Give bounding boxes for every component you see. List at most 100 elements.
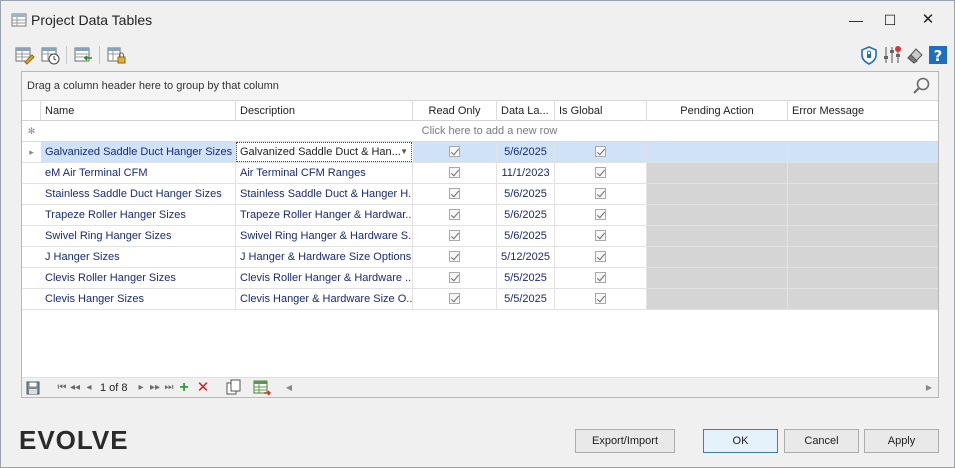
cell-date[interactable]: 11/1/2023 <box>497 163 555 183</box>
cell-read-only[interactable] <box>413 205 497 225</box>
column-header-error-message[interactable]: Error Message <box>788 101 938 121</box>
horizontal-scrollbar[interactable]: ◀ ▶ <box>282 380 936 396</box>
group-by-panel[interactable]: Drag a column header here to group by th… <box>22 72 938 101</box>
cell-name[interactable]: J Hanger Sizes <box>41 247 236 267</box>
is-global-checkbox[interactable] <box>595 293 606 304</box>
cell-date[interactable]: 5/6/2025 <box>497 226 555 246</box>
apply-button[interactable]: Apply <box>864 429 939 453</box>
cell-is-global[interactable] <box>555 205 647 225</box>
cell-name[interactable]: Galvanized Saddle Duct Hanger Sizes <box>41 142 236 162</box>
cell-description[interactable]: Stainless Saddle Duct & Hanger H... <box>236 184 413 204</box>
import-table-icon[interactable] <box>72 44 94 66</box>
cell-read-only[interactable] <box>413 268 497 288</box>
is-global-checkbox[interactable] <box>595 167 606 178</box>
read-only-checkbox[interactable] <box>449 167 460 178</box>
read-only-checkbox[interactable] <box>449 272 460 283</box>
cell-is-global[interactable] <box>555 184 647 204</box>
cell-is-global[interactable] <box>555 247 647 267</box>
save-icon[interactable] <box>26 381 40 395</box>
table-row[interactable]: eM Air Terminal CFM Air Terminal CFM Rang… <box>22 163 938 184</box>
column-header-name[interactable]: Name <box>41 101 236 121</box>
cell-is-global[interactable] <box>555 268 647 288</box>
table-row[interactable]: J Hanger Sizes J Hanger & Hardware Size O… <box>22 247 938 268</box>
chevron-down-icon[interactable]: ▼ <box>400 143 408 161</box>
read-only-checkbox[interactable] <box>449 188 460 199</box>
export-grid-icon[interactable] <box>253 379 271 396</box>
column-header-is-global[interactable]: Is Global <box>555 101 647 121</box>
row-indicator[interactable]: ▸ <box>22 142 41 162</box>
cell-is-global[interactable] <box>555 226 647 246</box>
new-row[interactable]: ✻ Click here to add a new row <box>22 121 938 142</box>
cell-read-only[interactable] <box>413 247 497 267</box>
cancel-button[interactable]: Cancel <box>784 429 859 453</box>
table-row[interactable]: ▸ Galvanized Saddle Duct Hanger Sizes Galv… <box>22 142 938 163</box>
column-header-date[interactable]: Data La... <box>497 101 555 121</box>
cell-read-only[interactable] <box>413 184 497 204</box>
cell-name[interactable]: Swivel Ring Hanger Sizes <box>41 226 236 246</box>
cell-date[interactable]: 5/6/2025 <box>497 184 555 204</box>
table-row[interactable]: Stainless Saddle Duct Hanger Sizes Stainl… <box>22 184 938 205</box>
read-only-checkbox[interactable] <box>449 230 460 241</box>
cell-name[interactable]: eM Air Terminal CFM <box>41 163 236 183</box>
cell-date[interactable]: 5/6/2025 <box>497 205 555 225</box>
minimize-button[interactable]: — <box>839 8 873 32</box>
read-only-checkbox[interactable] <box>449 146 460 157</box>
cell-date[interactable]: 5/5/2025 <box>497 289 555 309</box>
ok-button[interactable]: OK <box>703 429 778 453</box>
cell-date[interactable]: 5/5/2025 <box>497 268 555 288</box>
eraser-icon[interactable] <box>904 44 926 66</box>
is-global-checkbox[interactable] <box>595 146 606 157</box>
column-header-read-only[interactable]: Read Only <box>413 101 497 121</box>
cell-date[interactable]: 5/6/2025 <box>497 142 555 162</box>
cell-description[interactable]: Trapeze Roller Hanger & Hardwar... <box>236 205 413 225</box>
next-page-button[interactable]: ▸▸ <box>148 381 162 395</box>
column-header-description[interactable]: Description <box>236 101 413 121</box>
cell-name[interactable]: Trapeze Roller Hanger Sizes <box>41 205 236 225</box>
shield-icon[interactable] <box>858 44 880 66</box>
cell-is-global[interactable] <box>555 163 647 183</box>
edit-table-icon[interactable] <box>13 44 35 66</box>
close-button[interactable]: ✕ <box>911 8 945 32</box>
cell-description[interactable]: Clevis Roller Hanger & Hardware ... <box>236 268 413 288</box>
new-row-prompt[interactable]: Click here to add a new row <box>41 121 938 142</box>
export-import-button[interactable]: Export/Import <box>575 429 675 453</box>
column-header-pending-action[interactable]: Pending Action <box>647 101 788 121</box>
table-row[interactable]: Clevis Roller Hanger Sizes Clevis Roller … <box>22 268 938 289</box>
previous-page-button[interactable]: ◂◂ <box>69 381 81 395</box>
settings-sliders-icon[interactable] <box>881 44 903 66</box>
help-icon[interactable]: ? <box>927 44 949 66</box>
table-row[interactable]: Trapeze Roller Hanger Sizes Trapeze Rolle… <box>22 205 938 226</box>
next-record-button[interactable]: ▸ <box>136 381 146 395</box>
read-only-checkbox[interactable] <box>449 293 460 304</box>
scroll-left-icon[interactable]: ◀ <box>282 380 296 396</box>
delete-record-button[interactable]: ✕ <box>195 380 211 395</box>
description-dropdown-editor[interactable]: Galvanized Saddle Duct & Han... ▼ <box>236 142 412 162</box>
cell-date[interactable]: 5/12/2025 <box>497 247 555 267</box>
read-only-checkbox[interactable] <box>449 251 460 262</box>
cell-name[interactable]: Clevis Roller Hanger Sizes <box>41 268 236 288</box>
cell-name[interactable]: Stainless Saddle Duct Hanger Sizes <box>41 184 236 204</box>
cell-read-only[interactable] <box>413 289 497 309</box>
previous-record-button[interactable]: ◂ <box>84 381 94 395</box>
cell-name[interactable]: Clevis Hanger Sizes <box>41 289 236 309</box>
table-lock-icon[interactable] <box>105 44 127 66</box>
cell-description[interactable]: Clevis Hanger & Hardware Size O... <box>236 289 413 309</box>
cell-read-only[interactable] <box>413 226 497 246</box>
table-history-icon[interactable] <box>39 44 61 66</box>
maximize-button[interactable]: ☐ <box>873 8 907 32</box>
cell-read-only[interactable] <box>413 142 497 162</box>
cell-is-global[interactable] <box>555 142 647 162</box>
table-row[interactable]: Swivel Ring Hanger Sizes Swivel Ring Hang… <box>22 226 938 247</box>
copy-icon[interactable] <box>225 379 242 396</box>
scroll-right-icon[interactable]: ▶ <box>922 380 936 396</box>
cell-description[interactable]: J Hanger & Hardware Size Options <box>236 247 413 267</box>
cell-description[interactable]: Air Terminal CFM Ranges <box>236 163 413 183</box>
last-record-button[interactable]: ⏭ <box>163 381 175 395</box>
cell-read-only[interactable] <box>413 163 497 183</box>
is-global-checkbox[interactable] <box>595 209 606 220</box>
is-global-checkbox[interactable] <box>595 251 606 262</box>
search-icon[interactable] <box>911 76 931 96</box>
is-global-checkbox[interactable] <box>595 188 606 199</box>
table-row[interactable]: Clevis Hanger Sizes Clevis Hanger & Hardw… <box>22 289 938 310</box>
add-record-button[interactable]: + <box>177 380 191 396</box>
